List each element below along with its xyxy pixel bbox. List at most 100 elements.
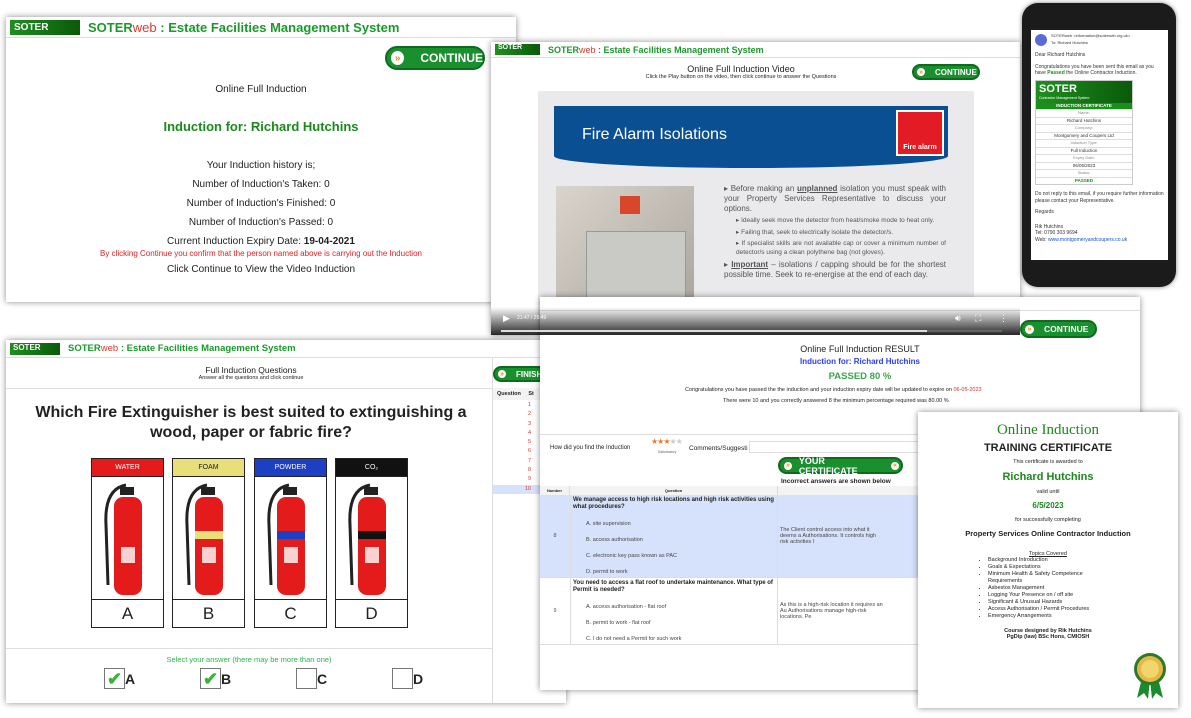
star-icon[interactable]: ★ [676, 437, 683, 446]
certificate-title: Online Induction [996, 422, 1100, 438]
soter-logo: SOTER [10, 19, 80, 35]
continue-button[interactable]: » CONTINUE [1020, 320, 1097, 338]
recipient-name: Richard Hutchins [1002, 471, 1094, 483]
answer-letter: A [125, 670, 136, 687]
question-number[interactable]: 8 [493, 466, 543, 475]
chevrons-right-icon: » [389, 49, 407, 67]
option-letter: B [173, 599, 244, 627]
rating-text: Satisfactory [658, 450, 677, 454]
fullscreen-icon[interactable]: ⛶ [975, 313, 981, 324]
extinguisher-type: CO₂ [336, 459, 407, 477]
question-number[interactable]: 3 [493, 420, 543, 429]
induction-history: Your Induction history is; Number of Ind… [6, 156, 516, 251]
row-guidance: As this is a high-risk location it requi… [780, 602, 883, 620]
confirm-notice: By clicking Continue you confirm that th… [100, 249, 422, 258]
topics-list: Background IntroductionGoals & Expectati… [988, 557, 1108, 620]
checkbox-empty[interactable] [296, 668, 317, 689]
select-prompt: Select your answer (there may be more th… [166, 655, 332, 664]
option-letter: A [92, 599, 163, 627]
checkbox-empty[interactable] [392, 668, 413, 689]
video-progress-bar[interactable] [501, 330, 1002, 332]
passed-score: PASSED 80 % [828, 371, 892, 382]
row-number: 8 [553, 533, 557, 539]
incorrect-label: Incorrect answers are shown below [781, 478, 891, 485]
answer-letter: B [221, 670, 232, 687]
option-letter: C [255, 599, 326, 627]
congrats-message: Congratulations you have passed the the … [685, 387, 982, 393]
extinguisher-option: CO₂ D [335, 458, 408, 628]
question-text: Which Fire Extinguisher is best suited t… [35, 404, 467, 441]
email-from: SOTERweb <information@soterweb.org.uk> [1051, 33, 1131, 38]
question-number[interactable]: 6 [493, 447, 543, 456]
designer-qualifications: PgDip (law) BSc Hons, CMIOSH [1006, 634, 1090, 640]
fire-extinguisher-icon [104, 483, 142, 595]
page-heading: Full Induction Questions [205, 365, 297, 375]
topic-item: Background Introduction [988, 557, 1108, 564]
email-certificate: SOTER Contractor Management System INDUCT… [1035, 79, 1133, 185]
answer-option: A. site supervision [586, 521, 631, 527]
topic-item: Emergency Arrangements [988, 613, 1108, 620]
email-greeting: Dear Richard Hutchins [1035, 52, 1086, 58]
app-title: SOTERweb : Estate Facilities Management … [88, 19, 400, 35]
finished-count: Number of Induction's Finished: 0 [186, 198, 336, 209]
row-number: 9 [553, 608, 557, 614]
email-message: Congratulations you have been sent this … [1035, 63, 1154, 77]
extinguisher-option: FOAM B [172, 458, 245, 628]
answer-checkbox[interactable]: D [392, 668, 423, 689]
soter-logo: SOTER [495, 44, 540, 55]
signature-web: Web: www.montgomeryandcoupers.co.uk [1035, 236, 1128, 243]
extinguisher-option: WATER A [91, 458, 164, 628]
avatar [1035, 33, 1047, 46]
answer-letter: D [413, 670, 424, 687]
app-title: SOTERweb : Estate Facilities Management … [68, 343, 296, 354]
cert-field-label: Induction Type: [1036, 139, 1132, 147]
extinguisher-type: WATER [92, 459, 163, 477]
volume-icon[interactable]: 🔊︎ [955, 313, 961, 324]
score-summary: There were 10 and you correctly answered… [723, 398, 949, 404]
fire-extinguisher-icon [267, 483, 305, 595]
chevrons-right-icon: » [1023, 322, 1036, 336]
cert-field-label: Expiry Date: [1036, 154, 1132, 162]
email-regards: Regards [1035, 209, 1054, 215]
your-certificate-button[interactable]: » YOUR CERTIFICATE « [778, 456, 903, 476]
topic-item: Logging Your Presence on / off site [988, 592, 1108, 599]
induction-for: Induction for: Richard Hutchins [163, 119, 359, 134]
email-noreply: Do not reply to this email, if you requi… [1035, 191, 1164, 204]
website-link[interactable]: www.montgomeryandcoupers.co.uk [1048, 237, 1127, 243]
checkmark-icon[interactable]: ✔ [104, 668, 125, 689]
question-number[interactable]: 7 [493, 457, 543, 466]
cert-field-value: 06/05/2023 [1036, 161, 1132, 170]
rating-stars[interactable]: ★★★★★ [651, 437, 683, 446]
app-title: SOTERweb : Estate Facilities Management … [548, 44, 764, 55]
answer-checkbox[interactable]: ✔ A [104, 668, 135, 689]
answer-checkbox[interactable]: ✔ B [200, 668, 231, 689]
question-number[interactable]: 9 [493, 475, 543, 484]
award-rosette-icon [1134, 653, 1166, 699]
cert-field-value: Richard Hutchins [1036, 116, 1132, 125]
topic-item: Significant & Unusual Hazards [988, 599, 1108, 606]
continue-button[interactable]: » CONTINUE [912, 64, 980, 80]
cert-field-value: Montgomery and Coupers Ltd [1036, 131, 1132, 140]
question-number[interactable]: 5 [493, 438, 543, 447]
question-number[interactable]: 1 [493, 401, 543, 410]
answer-option: A. access authorisation - flat roof [586, 604, 667, 610]
answer-checkbox[interactable]: C [296, 668, 327, 689]
more-icon[interactable]: ⋮ [999, 313, 1008, 324]
play-icon[interactable]: ▶ [503, 313, 510, 324]
app-header: SOTER SOTERweb : Estate Facilities Manag… [491, 42, 1020, 58]
row-guidance: The Client control access into what it d… [780, 527, 876, 545]
topic-item: Goals & Expectations [988, 564, 1108, 571]
chevrons-left-icon: « [889, 459, 901, 472]
checkmark-icon[interactable]: ✔ [200, 668, 221, 689]
question-number[interactable]: 2 [493, 410, 543, 419]
column-header: Number [540, 486, 570, 495]
induction-questions-window: SOTER SOTERweb : Estate Facilities Manag… [6, 340, 566, 703]
question-number[interactable]: 4 [493, 429, 543, 438]
app-header: SOTER SOTERweb : Estate Facilities Manag… [6, 340, 566, 358]
app-header: SOTER SOTERweb : Estate Facilities Manag… [6, 17, 516, 38]
column-header: Question [570, 486, 778, 495]
fire-alarm-sign: Fire alarm [896, 110, 944, 156]
rating-label: How did you find the Induction [550, 445, 631, 451]
chevrons-right-icon: » [496, 368, 508, 380]
continue-button[interactable]: » CONTINUE [385, 46, 485, 70]
